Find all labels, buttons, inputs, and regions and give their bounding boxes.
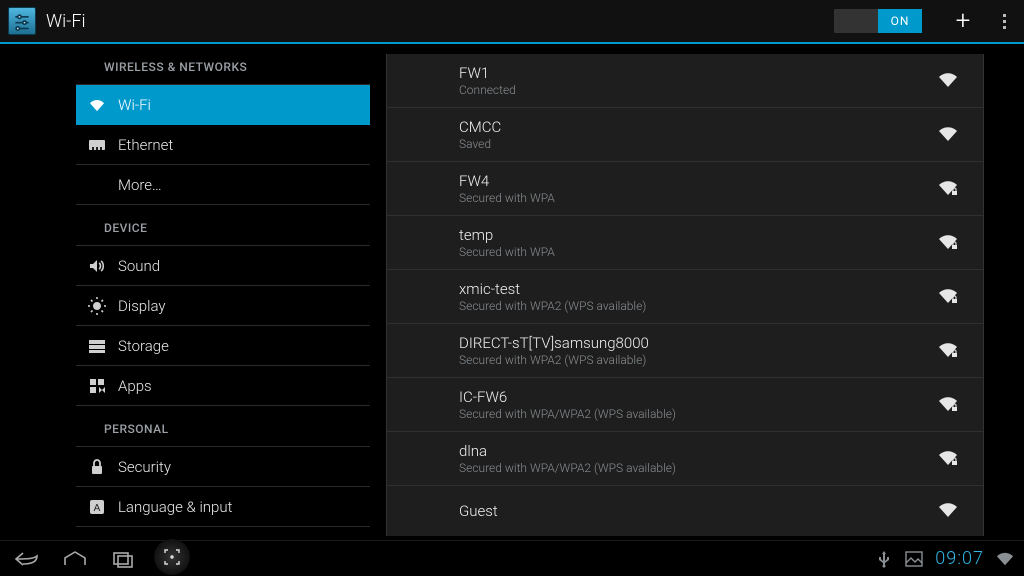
network-ssid: dlna <box>459 442 937 460</box>
network-status: Secured with WPA/WPA2 (WPS available) <box>459 407 937 421</box>
wifi-signal-icon <box>937 502 961 520</box>
network-ssid: CMCC <box>459 118 937 136</box>
display-icon <box>86 297 108 315</box>
sidebar-section-header: WIRELESS & NETWORKS <box>76 44 370 85</box>
network-ssid: IC-FW6 <box>459 388 937 406</box>
sidebar-item-more[interactable]: More… <box>76 165 370 205</box>
sidebar-item-display[interactable]: Display <box>76 286 370 326</box>
network-ssid: temp <box>459 226 937 244</box>
system-nav-bar: 09:07 <box>0 540 1024 576</box>
network-status: Connected <box>459 83 937 97</box>
network-item[interactable]: FW1Connected <box>387 54 983 108</box>
sidebar-item-ethernet[interactable]: Ethernet <box>76 125 370 165</box>
sidebar-item-label: Display <box>118 297 166 315</box>
sidebar-item-apps[interactable]: Apps <box>76 366 370 406</box>
wifi-status-icon <box>996 550 1014 568</box>
sidebar-item-label: Security <box>118 458 171 476</box>
network-item[interactable]: tempSecured with WPA <box>387 216 983 270</box>
sidebar-item-label: Ethernet <box>118 136 173 154</box>
page-title: Wi-Fi <box>46 11 86 32</box>
network-ssid: FW1 <box>459 64 937 82</box>
sidebar-item-label: Storage <box>118 337 169 355</box>
network-ssid: FW4 <box>459 172 937 190</box>
back-button[interactable] <box>10 545 44 573</box>
usb-icon <box>875 550 893 568</box>
add-network-button[interactable]: + <box>946 6 980 36</box>
status-clock: 09:07 <box>935 548 984 569</box>
network-status: Secured with WPA/WPA2 (WPS available) <box>459 461 937 475</box>
network-status: Secured with WPA <box>459 191 937 205</box>
storage-icon <box>86 339 108 353</box>
sidebar-item-backup-reset[interactable]: Backup & reset <box>76 527 370 540</box>
network-item[interactable]: Guest <box>387 486 983 536</box>
apps-icon <box>86 378 108 394</box>
network-item[interactable]: xmic-testSecured with WPA2 (WPS availabl… <box>387 270 983 324</box>
sidebar-item-label: Language & input <box>118 498 232 516</box>
lock-icon <box>86 459 108 475</box>
switch-on-label: ON <box>878 9 922 33</box>
recent-apps-button[interactable] <box>106 545 140 573</box>
network-status: Secured with WPA2 (WPS available) <box>459 353 937 367</box>
network-status: Secured with WPA <box>459 245 937 259</box>
network-ssid: DIRECT-sT[TV]samsung8000 <box>459 334 937 352</box>
sidebar-item-label: Sound <box>118 257 160 275</box>
sound-icon <box>86 259 108 273</box>
sidebar-item-label: Wi-Fi <box>118 96 151 114</box>
sidebar-item-security[interactable]: Security <box>76 447 370 487</box>
settings-app-icon <box>8 7 36 35</box>
sidebar-item-sound[interactable]: Sound <box>76 246 370 286</box>
sidebar-item-label: Apps <box>118 377 152 395</box>
network-item[interactable]: FW4Secured with WPA <box>387 162 983 216</box>
network-item[interactable]: IC-FW6Secured with WPA/WPA2 (WPS availab… <box>387 378 983 432</box>
network-status: Saved <box>459 137 937 151</box>
lang-icon: A <box>86 499 108 515</box>
wifi-signal-secured-icon <box>937 234 961 252</box>
overflow-menu-button[interactable] <box>994 14 1014 29</box>
action-bar: Wi-Fi ON + <box>0 0 1024 44</box>
wifi-signal-secured-icon <box>937 396 961 414</box>
wifi-signal-secured-icon <box>937 288 961 306</box>
sidebar-section-header: PERSONAL <box>76 406 370 447</box>
screenshot-button[interactable] <box>154 539 190 575</box>
sidebar-item-language-input[interactable]: A Language & input <box>76 487 370 527</box>
wifi-signal-secured-icon <box>937 342 961 360</box>
wifi-signal-icon <box>937 72 961 90</box>
network-list-pane: FW1ConnectedCMCCSavedFW4Secured with WPA… <box>370 44 1024 540</box>
wifi-toggle-switch[interactable]: ON <box>834 9 922 33</box>
wifi-signal-icon <box>937 126 961 144</box>
settings-sidebar: WIRELESS & NETWORKS Wi-Fi Ethernet More… DEV… <box>0 44 370 540</box>
network-status: Secured with WPA2 (WPS available) <box>459 299 937 313</box>
sidebar-section-header: DEVICE <box>76 205 370 246</box>
svg-text:A: A <box>94 503 101 514</box>
picture-icon <box>905 550 923 568</box>
sidebar-item-storage[interactable]: Storage <box>76 326 370 366</box>
wifi-signal-secured-icon <box>937 450 961 468</box>
network-ssid: xmic-test <box>459 280 937 298</box>
network-item[interactable]: CMCCSaved <box>387 108 983 162</box>
sidebar-item-wi-fi[interactable]: Wi-Fi <box>76 85 370 125</box>
network-item[interactable]: dlnaSecured with WPA/WPA2 (WPS available… <box>387 432 983 486</box>
network-ssid: Guest <box>459 496 937 526</box>
ethernet-icon <box>86 138 108 152</box>
wifi-signal-secured-icon <box>937 180 961 198</box>
network-item[interactable]: DIRECT-sT[TV]samsung8000Secured with WPA… <box>387 324 983 378</box>
home-button[interactable] <box>58 545 92 573</box>
wifi-icon <box>86 98 108 112</box>
sidebar-item-label: More… <box>118 176 162 194</box>
